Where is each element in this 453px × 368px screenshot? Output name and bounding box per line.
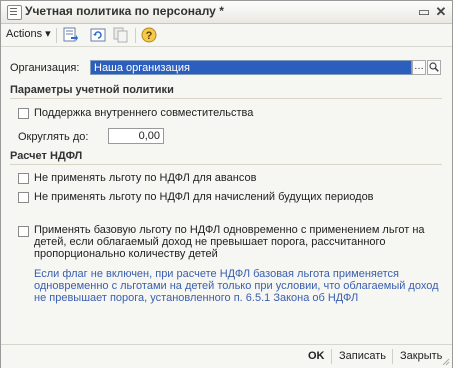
toolbar-divider	[135, 28, 136, 43]
resize-grip-icon[interactable]	[442, 358, 450, 366]
actions-menu[interactable]: Actions ▾	[6, 27, 51, 40]
internal-combination-label: Поддержка внутреннего совместительства	[34, 107, 254, 119]
dialog-window: Учетная политика по персоналу * ▭ ✕ Acti…	[0, 0, 453, 368]
footer-divider	[331, 349, 332, 364]
help-glyph: ?	[146, 30, 153, 42]
section-policy-title: Параметры учетной политики	[10, 84, 174, 96]
internal-combination-checkbox[interactable]	[18, 108, 29, 119]
close-icon[interactable]: ✕	[433, 4, 449, 19]
base-benefit-line: Применять базовую льготу по НДФЛ одновре…	[34, 224, 425, 236]
round-input[interactable]: 0,00	[108, 128, 164, 144]
actions-label: Actions	[6, 28, 43, 40]
save-close-icon[interactable]	[62, 27, 78, 43]
info-note: Если флаг не включен, при расчете НДФЛ б…	[34, 268, 439, 304]
organization-label: Организация:	[10, 62, 80, 74]
toolbar-divider	[56, 28, 57, 43]
no-benefit-future-checkbox[interactable]	[18, 192, 29, 203]
restore-icon[interactable]: ▭	[416, 4, 432, 19]
document-icon	[7, 5, 22, 20]
search-icon	[429, 62, 439, 72]
window-title: Учетная политика по персоналу *	[25, 4, 224, 18]
chevron-down-icon: ▾	[45, 28, 51, 40]
no-benefit-future-label: Не применять льготу по НДФЛ для начислен…	[34, 191, 374, 203]
no-benefit-advances-label: Не применять льготу по НДФЛ для авансов	[34, 172, 257, 184]
close-button[interactable]: Закрыть	[400, 350, 442, 362]
info-note-line: не превышает порога, установленного п. 6…	[34, 292, 359, 304]
open-button[interactable]	[427, 60, 441, 75]
ok-button[interactable]: OK	[308, 350, 325, 362]
section-ndfl-title: Расчет НДФЛ	[10, 150, 83, 162]
select-button[interactable]: …	[412, 60, 426, 75]
section-divider	[10, 98, 442, 99]
section-divider	[10, 164, 442, 165]
footer-bar: OK Записать Закрыть	[1, 344, 452, 368]
info-note-line: одновременно с льготами на детей только …	[34, 280, 439, 292]
copy-icon[interactable]	[113, 27, 129, 43]
title-bar[interactable]: Учетная политика по персоналу * ▭ ✕	[1, 1, 452, 24]
base-benefit-line: пропорционально количеству детей	[34, 248, 218, 260]
no-benefit-advances-checkbox[interactable]	[18, 173, 29, 184]
help-icon[interactable]: ?	[141, 27, 157, 43]
base-benefit-checkbox[interactable]	[18, 226, 29, 237]
round-label: Округлять до:	[18, 131, 89, 143]
footer-divider	[392, 349, 393, 364]
save-button[interactable]: Записать	[339, 350, 386, 362]
base-benefit-line: детей, если облагаемый доход не превышае…	[34, 236, 386, 248]
refresh-icon[interactable]	[90, 27, 106, 43]
organization-field[interactable]: Наша организация	[90, 60, 412, 75]
base-benefit-label: Применять базовую льготу по НДФЛ одновре…	[34, 224, 425, 260]
toolbar: Actions ▾ ?	[1, 24, 452, 47]
info-note-line: Если флаг не включен, при расчете НДФЛ б…	[34, 268, 399, 280]
